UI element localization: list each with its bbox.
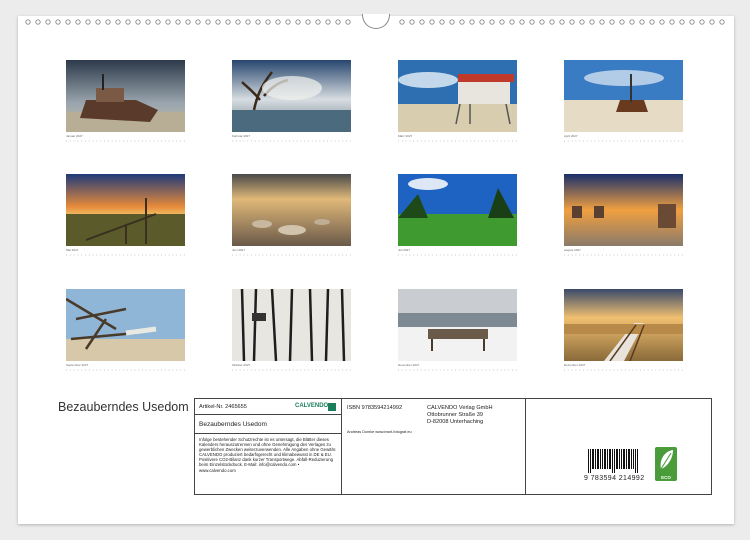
info-hline-2 [195,433,341,434]
info-divider-1 [341,399,343,494]
month-caption-02: Februar 2027 [232,134,251,138]
month-thumbnail-08 [564,174,683,246]
photographer-credit: Andreas Dumke www.insel-fotograf.eu [347,430,412,434]
barcode-digits: 9 783594 214992 [584,475,645,482]
month-caption-11: November 2027 [398,363,420,367]
eco-badge: ECO [655,447,677,481]
calvendo-logo-icon [328,403,336,411]
month-day-grid-10 [232,369,351,371]
info-hline-1 [195,414,341,415]
month-caption-10: Oktober 2027 [232,363,251,367]
article-number: Artikel-Nr. 2465655 [199,404,247,410]
month-caption-12: Dezember 2027 [564,363,586,367]
month-caption-08: August 2027 [564,248,581,252]
month-day-grid-04 [564,140,683,142]
publisher-city: D-82008 Unterhaching [427,419,484,425]
info-divider-2 [525,399,527,494]
month-caption-03: März 2027 [398,134,413,138]
month-thumbnail-10 [232,289,351,361]
month-caption-09: September 2027 [66,363,89,367]
month-thumbnail-02 [232,60,351,132]
product-title: Bezauberndes Usedom [199,421,267,428]
publisher-street: Ottobrunner Straße 39 [427,412,483,418]
month-thumbnail-09 [66,289,185,361]
month-day-grid-09 [66,369,185,371]
calvendo-logo: CALVENDO [295,403,329,409]
month-caption-01: Januar 2027 [66,134,83,138]
month-caption-06: Juni 2027 [232,248,246,252]
month-thumbnail-12 [564,289,683,361]
month-day-grid-03 [398,140,517,142]
month-day-grid-08 [564,254,683,256]
month-caption-04: April 2027 [564,134,578,138]
eco-label: ECO [661,475,671,480]
month-day-grid-12 [564,369,683,371]
month-caption-07: Juli 2027 [398,248,411,252]
barcode [588,449,638,473]
month-thumbnail-03 [398,60,517,132]
month-thumbnail-04 [564,60,683,132]
month-day-grid-07 [398,254,517,256]
calendar-title: Bezauberndes Usedom [58,400,189,414]
publisher-name: CALVENDO Verlag GmbH [427,405,493,411]
isbn: ISBN 9783594214992 [347,405,403,411]
month-day-grid-11 [398,369,517,371]
month-day-grid-05 [66,254,185,256]
month-day-grid-01 [66,140,185,142]
month-thumbnail-05 [66,174,185,246]
month-day-grid-02 [232,140,351,142]
month-thumbnail-07 [398,174,517,246]
eco-leaf-icon [660,450,673,470]
month-caption-05: Mai 2027 [66,248,79,252]
legal-text: Infolge bestehender Schutzrechte ist es … [199,437,337,473]
month-thumbnail-01 [66,60,185,132]
month-thumbnail-11 [398,289,517,361]
calendar-back-page: Januar 2027 Februar 2027 März 2027 April… [18,14,734,524]
month-day-grid-06 [232,254,351,256]
month-thumbnail-06 [232,174,351,246]
